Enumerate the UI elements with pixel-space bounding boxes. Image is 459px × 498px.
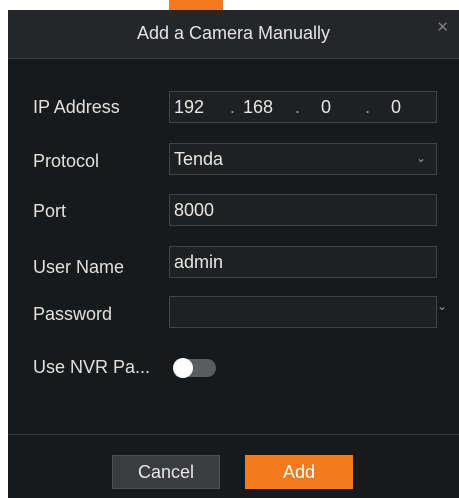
ip-address-input[interactable]: 192 . 168 . 0 . 0 [169,91,437,123]
protocol-value: Tenda [174,149,224,169]
use-nvr-password-label: Use NVR Pa... [33,357,151,377]
username-value: admin [174,252,224,272]
footer-divider [8,434,459,435]
protocol-select[interactable]: Tenda ⌄ [169,143,437,175]
ip-octet-2[interactable]: 168 [243,97,273,118]
ip-address-label: IP Address [33,97,120,117]
eye-closed-icon[interactable]: ⌄ [437,299,447,313]
ip-separator: . [295,97,301,117]
username-input[interactable]: admin [169,246,437,278]
ip-octet-3[interactable]: 0 [321,97,331,118]
protocol-label: Protocol [33,151,100,171]
password-label: Password [33,304,113,324]
port-input[interactable]: 8000 [169,194,437,226]
cancel-button[interactable]: Cancel [112,455,220,489]
port-value: 8000 [174,200,215,220]
add-camera-dialog: Add a Camera Manually ✕ IP Address 192 .… [8,10,459,498]
chevron-down-icon[interactable]: ⌄ [416,151,426,165]
dialog-title: Add a Camera Manually [136,23,331,43]
ip-separator: . [365,97,371,117]
port-label: Port [33,201,67,221]
toggle-knob [173,358,193,378]
ip-octet-4[interactable]: 0 [391,97,401,118]
use-nvr-password-toggle[interactable] [173,358,216,378]
password-input[interactable] [169,296,437,328]
dialog-header: Add a Camera Manually ✕ [8,10,459,59]
ip-separator: . [230,97,236,117]
add-button[interactable]: Add [245,455,353,489]
username-label: User Name [33,257,125,277]
close-icon[interactable]: ✕ [436,20,449,35]
top-accent-tab [169,0,223,10]
ip-octet-1[interactable]: 192 [174,97,204,118]
